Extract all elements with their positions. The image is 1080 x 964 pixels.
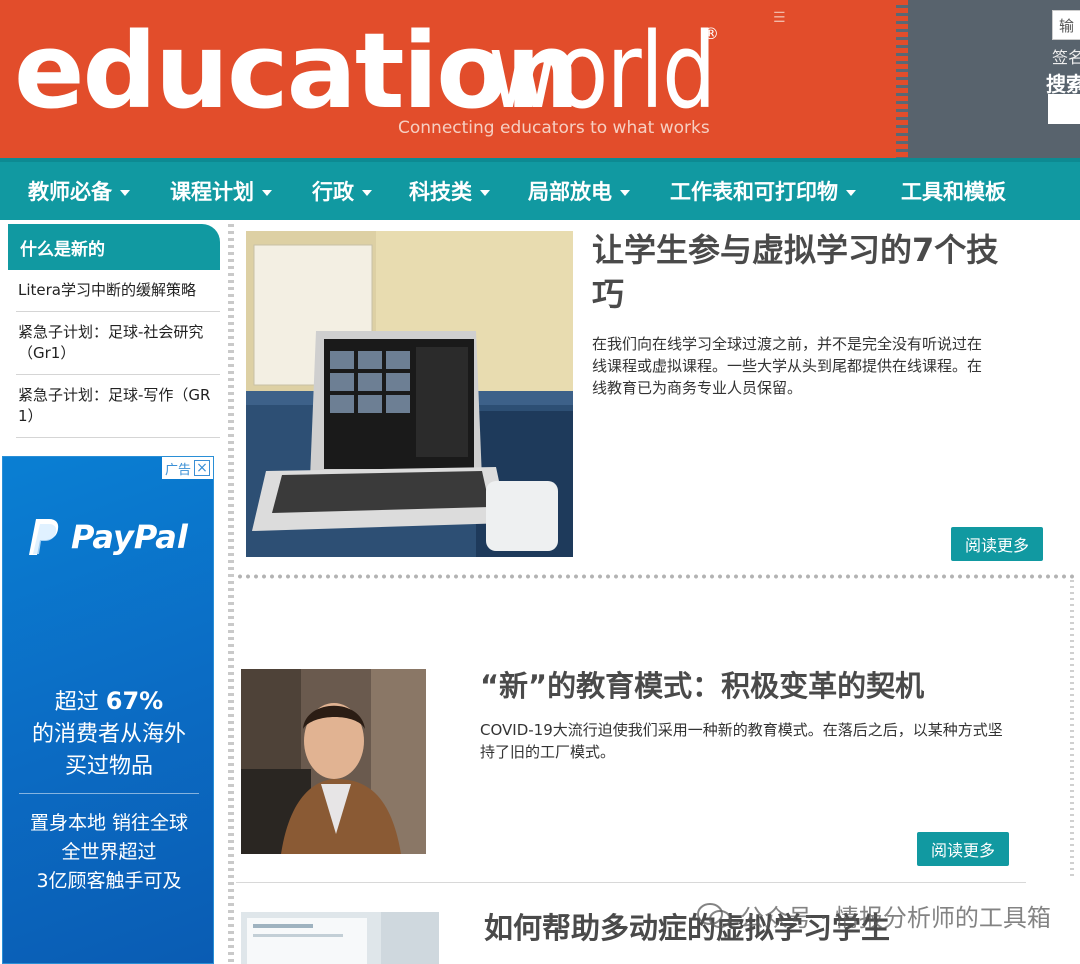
watermark: 公众号 · 情报分析师的工具箱: [696, 898, 1051, 933]
article-title[interactable]: 让学生参与虚拟学习的7个技巧: [592, 228, 1022, 316]
search-input[interactable]: 输入: [1052, 10, 1080, 40]
article-title[interactable]: “新”的教育模式：积极变革的契机: [480, 666, 1040, 706]
ad-headline: 超过 67% 的消费者从海外 买过物品: [3, 685, 213, 783]
header-divider: [896, 0, 908, 158]
ad-label: 广告: [164, 462, 191, 478]
ad-badge[interactable]: 广告 ×: [161, 457, 213, 479]
nav-item-tools-templates[interactable]: 工具和模板: [901, 176, 1006, 206]
nav-item-admin[interactable]: 行政: [312, 176, 372, 206]
article-image-portrait[interactable]: [241, 669, 426, 854]
chevron-down-icon: [480, 190, 490, 196]
nav-item-label: 课程计划: [170, 180, 254, 204]
search-label: 搜索: [1046, 72, 1080, 96]
ad-sub-line2: 全世界超过: [61, 841, 157, 863]
ad-headline-line2: 的消费者从海外: [31, 722, 186, 747]
paypal-wordmark: PayPal: [71, 518, 188, 556]
main-nav: 教师必备 课程计划 行政 科技类 局部放电 工作表和可打印物 工具和模板: [0, 158, 1080, 220]
chevron-down-icon: [262, 190, 272, 196]
list-item[interactable]: 紧急子计划：足球-写作（GR 1）: [16, 375, 220, 438]
paypal-logo: PayPal: [27, 517, 188, 557]
article-excerpt: COVID-19大流行迫使我们采用一种新的教育模式。在落后之后，以某种方式坚持了…: [480, 721, 1003, 761]
whats-new-list: Litera学习中断的缓解策略 紧急子计划：足球-社会研究（Gr1） 紧急子计划…: [16, 270, 220, 438]
ad-headline-percent: 67%: [105, 687, 164, 715]
article-separator: [236, 882, 1026, 883]
nav-item-teacher-essentials[interactable]: 教师必备: [28, 176, 130, 206]
site-header: education world ® Connecting educators t…: [0, 0, 1080, 158]
registered-mark: ®: [703, 24, 719, 43]
menu-icon[interactable]: ☰: [773, 10, 786, 26]
article-image-screen[interactable]: [241, 912, 439, 964]
article-separator: [236, 574, 1076, 579]
chevron-down-icon: [846, 190, 856, 196]
ad-subtext: 置身本地 销往全球 全世界超过 3亿顾客触手可及: [3, 809, 213, 896]
whats-new-heading: 什么是新的: [8, 224, 220, 270]
nav-item-worksheets[interactable]: 工作表和可打印物: [670, 176, 856, 206]
signin-link[interactable]: 签名: [1052, 44, 1080, 68]
search-field[interactable]: [1048, 94, 1080, 124]
read-more-button[interactable]: 阅读更多: [917, 832, 1010, 866]
ad-sub-line3: 3亿顾客触手可及: [36, 870, 182, 892]
paypal-ad[interactable]: 广告 × PayPal 超过 67% 的消费者从海外 买过物品 置身本地 销往全…: [2, 456, 214, 964]
list-item[interactable]: Litera学习中断的缓解策略: [16, 270, 220, 312]
watermark-text: 公众号 · 情报分析师的工具箱: [740, 904, 1051, 932]
wechat-icon: [697, 902, 731, 928]
nav-item-lesson-plans[interactable]: 课程计划: [170, 176, 272, 206]
nav-item-label: 教师必备: [28, 180, 112, 204]
read-more-button[interactable]: 阅读更多: [951, 527, 1044, 561]
brand-banner: education world ® Connecting educators t…: [0, 0, 896, 158]
paypal-icon: [29, 519, 59, 555]
article-image-laptop[interactable]: [246, 231, 573, 557]
nav-item-label: 局部放电: [528, 180, 612, 204]
nav-item-label: 科技类: [409, 180, 472, 204]
article-excerpt: 在我们向在线学习全球过渡之前，并不是完全没有听说过在线课程或虚拟课程。一些大学从…: [592, 335, 983, 397]
chevron-down-icon: [120, 190, 130, 196]
ad-divider: [19, 793, 199, 794]
chevron-down-icon: [362, 190, 372, 196]
nav-item-label: 工具和模板: [901, 180, 1006, 204]
close-icon[interactable]: ×: [194, 460, 210, 476]
nav-item-label: 行政: [312, 180, 354, 204]
ad-headline-prefix: 超过: [54, 690, 99, 715]
nav-item-tech[interactable]: 科技类: [409, 176, 490, 206]
nav-item-label: 工作表和可打印物: [670, 180, 838, 204]
ad-headline-line3: 买过物品: [64, 754, 153, 779]
ad-sub-line1: 置身本地 销往全球: [29, 812, 189, 834]
site-tagline: Connecting educators to what works: [398, 118, 710, 138]
right-border: [1070, 580, 1074, 880]
list-item[interactable]: 紧急子计划：足球-社会研究（Gr1）: [16, 312, 220, 375]
chevron-down-icon: [620, 190, 630, 196]
logo-world-text[interactable]: world: [488, 6, 716, 136]
nav-item-pd[interactable]: 局部放电: [528, 176, 630, 206]
sidebar-divider: [228, 224, 234, 964]
